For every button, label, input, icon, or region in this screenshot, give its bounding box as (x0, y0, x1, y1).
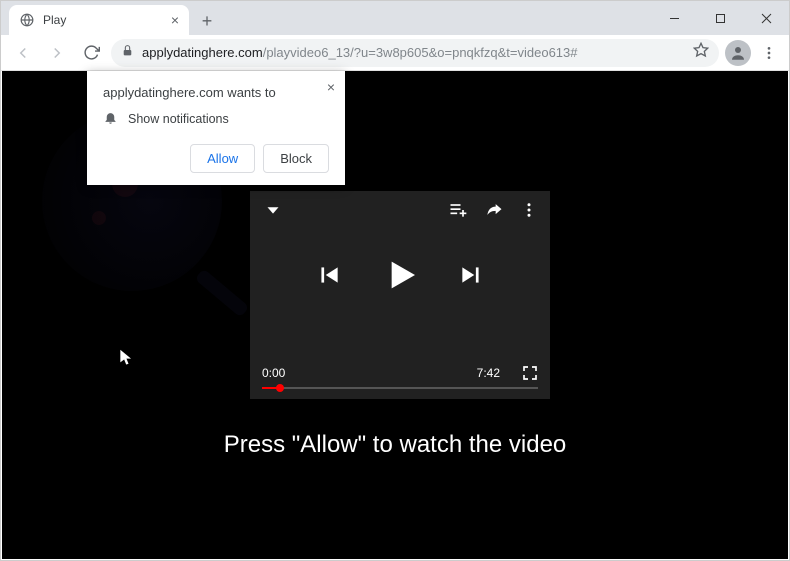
window-controls (651, 1, 789, 35)
allow-button[interactable]: Allow (190, 144, 255, 173)
video-player[interactable]: 0:00 7:42 (250, 191, 550, 399)
share-icon[interactable] (484, 200, 504, 220)
url-path: /playvideo6_13/?u=3w8p605&o=pnqkfzq&t=vi… (263, 45, 578, 60)
player-bottom-bar: 0:00 7:42 (262, 365, 538, 389)
previous-track-icon[interactable] (316, 262, 342, 288)
address-bar[interactable]: applydatinghere.com/playvideo6_13/?u=3w8… (111, 39, 719, 67)
browser-tab[interactable]: Play × (9, 5, 189, 35)
tab-title: Play (43, 13, 163, 27)
dialog-permission-text: Show notifications (128, 112, 229, 126)
duration-time: 7:42 (477, 366, 500, 380)
block-button[interactable]: Block (263, 144, 329, 173)
cursor-icon (120, 349, 134, 372)
browser-window: Play × + (0, 0, 790, 561)
tab-close-icon[interactable]: × (171, 12, 179, 28)
url-text: applydatinghere.com/playvideo6_13/?u=3w8… (142, 45, 578, 60)
maximize-button[interactable] (697, 1, 743, 35)
dialog-origin-text: applydatinghere.com wants to (103, 85, 329, 100)
fullscreen-icon[interactable] (522, 365, 538, 381)
player-controls (250, 255, 550, 295)
reload-button[interactable] (77, 39, 105, 67)
minimize-button[interactable] (651, 1, 697, 35)
more-vert-icon[interactable] (520, 201, 538, 219)
forward-button[interactable] (43, 39, 71, 67)
page-message: Press "Allow" to watch the video (2, 431, 788, 459)
current-time: 0:00 (262, 366, 285, 380)
close-window-button[interactable] (743, 1, 789, 35)
browser-toolbar: applydatinghere.com/playvideo6_13/?u=3w8… (1, 35, 789, 71)
next-track-icon[interactable] (458, 262, 484, 288)
browser-menu-button[interactable] (757, 45, 781, 61)
bookmark-star-icon[interactable] (693, 42, 709, 63)
progress-bar[interactable] (262, 387, 538, 389)
tab-strip: Play × + (1, 1, 789, 35)
bell-icon (103, 110, 118, 128)
dialog-close-icon[interactable]: × (327, 79, 335, 95)
profile-avatar[interactable] (725, 40, 751, 66)
back-button[interactable] (9, 39, 37, 67)
globe-icon (19, 12, 35, 28)
watermark-graphic (195, 268, 250, 317)
progress-thumb[interactable] (276, 384, 284, 392)
player-top-bar (250, 191, 550, 229)
play-icon[interactable] (380, 255, 420, 295)
playlist-add-icon[interactable] (448, 200, 468, 220)
url-domain: applydatinghere.com (142, 45, 263, 60)
new-tab-button[interactable]: + (193, 7, 221, 35)
notification-permission-dialog: × applydatinghere.com wants to Show noti… (87, 71, 345, 185)
chevron-down-icon[interactable] (262, 199, 284, 221)
progress-played (262, 387, 276, 389)
lock-icon (121, 44, 134, 62)
